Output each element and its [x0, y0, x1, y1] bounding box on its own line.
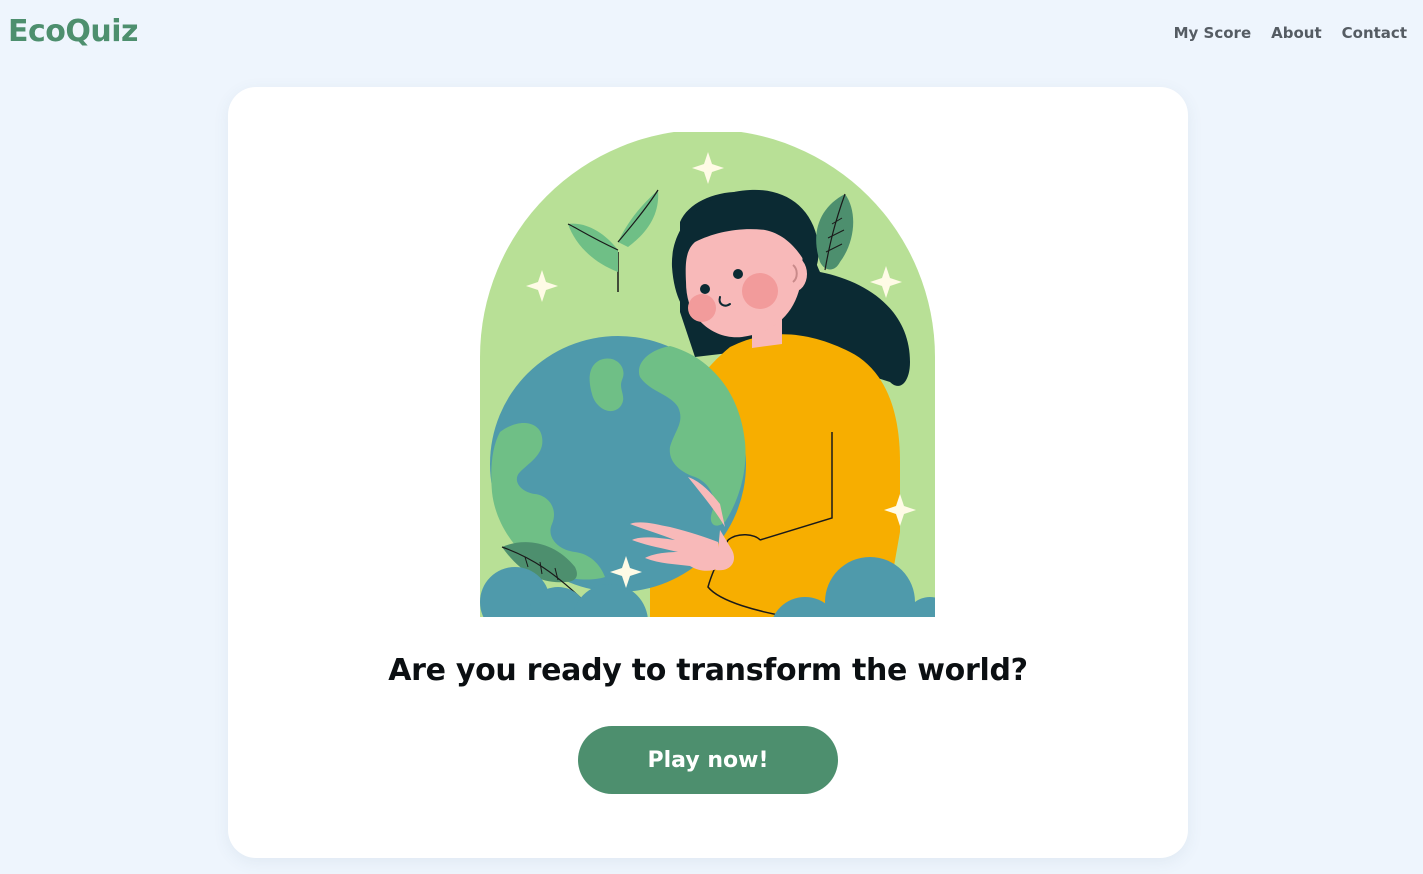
- nav-about[interactable]: About: [1271, 24, 1322, 42]
- hero-headline: Are you ready to transform the world?: [388, 653, 1028, 688]
- main-nav: My Score About Contact: [1174, 24, 1407, 42]
- girl-hugging-earth-illustration: [480, 132, 935, 617]
- nav-contact[interactable]: Contact: [1342, 24, 1407, 42]
- nav-my-score[interactable]: My Score: [1174, 24, 1252, 42]
- top-bar: EcoQuiz My Score About Contact: [0, 0, 1423, 68]
- hero-card: Are you ready to transform the world? Pl…: [228, 87, 1188, 858]
- logo[interactable]: EcoQuiz: [8, 14, 139, 49]
- play-now-button[interactable]: Play now!: [578, 726, 838, 794]
